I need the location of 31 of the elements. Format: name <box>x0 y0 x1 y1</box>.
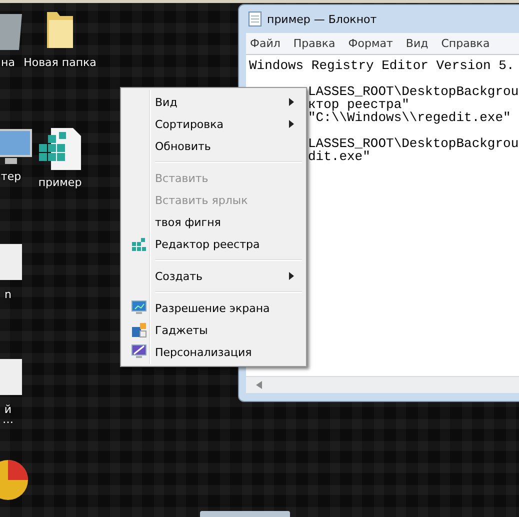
icon-label: … <box>2 413 14 426</box>
text-line: Windows Registry Editor Version 5. <box>249 58 514 73</box>
icon-label: пример <box>38 176 82 189</box>
cubes-icon <box>131 236 147 252</box>
horizontal-scrollbar[interactable] <box>246 376 519 393</box>
menu-item[interactable]: Файл <box>250 37 280 50</box>
text-line: LASSES_ROOT\DesktopBackgrou <box>308 136 519 151</box>
icon-label: тер <box>0 170 22 183</box>
menu-item[interactable]: Вид <box>406 37 428 50</box>
notepad-icon <box>248 11 262 27</box>
registry-file-icon[interactable] <box>37 126 83 172</box>
submenu-arrow-icon <box>289 98 294 106</box>
menu-item[interactable]: Справка <box>441 37 490 50</box>
submenu-arrow-icon <box>289 272 294 280</box>
monitor-brush-icon <box>131 344 147 360</box>
menu-item[interactable]: Формат <box>348 37 393 50</box>
menu-item[interactable]: Правка <box>293 37 336 50</box>
window-title: пример — Блокнот <box>267 12 377 26</box>
icon-label: на <box>1 56 15 69</box>
gadgets-icon <box>131 322 147 338</box>
text-line: ктор реестра" <box>308 97 410 112</box>
text-line: "C:\\Windows\\regedit.exe" <box>308 110 511 125</box>
submenu-arrow-icon <box>289 120 294 128</box>
icon-label: n <box>4 288 12 301</box>
icon-label: й <box>4 403 12 416</box>
scroll-left-icon[interactable] <box>256 381 262 389</box>
text-line: dit.exe" <box>308 149 370 164</box>
monitor-icon <box>131 300 147 316</box>
monitor-icon[interactable] <box>0 126 33 166</box>
icon-label: Новая папка <box>24 56 96 69</box>
text-line: LASSES_ROOT\DesktopBackgrou <box>308 84 519 99</box>
